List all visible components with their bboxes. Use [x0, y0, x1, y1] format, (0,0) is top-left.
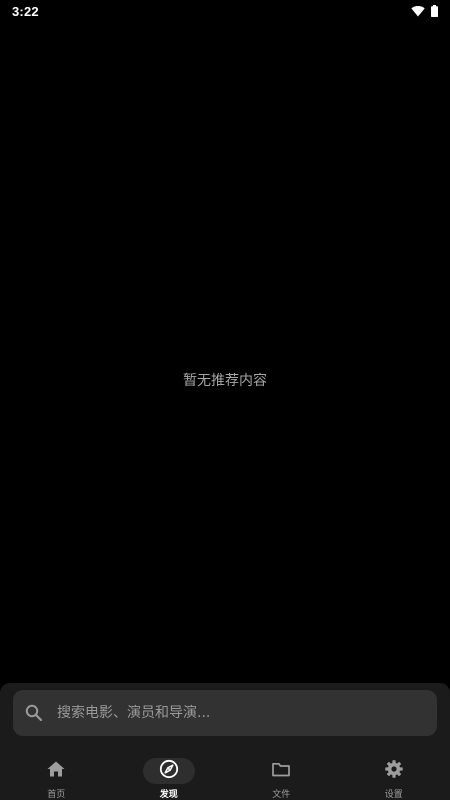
battery-icon: [431, 5, 438, 17]
nav-icon-container-active: [142, 758, 195, 784]
nav-icon-container: [30, 758, 82, 784]
nav-icon-container: [368, 758, 420, 784]
nav-item-files[interactable]: 文件: [225, 751, 338, 800]
search-icon: [24, 703, 44, 723]
empty-state-message: 暂无推荐内容: [183, 373, 267, 389]
search-input[interactable]: [57, 690, 427, 736]
nav-item-discover[interactable]: 发现: [113, 751, 226, 800]
nav-label-settings: 设置: [384, 790, 403, 800]
app-screen: 3:22 暂无推荐内容 搜索电影、演员和导演... 首页 发现 文件 设置: [0, 0, 450, 800]
gear-icon: [385, 760, 403, 782]
bottom-panel: 首页 发现: [0, 683, 450, 800]
status-time: 3:22: [12, 3, 39, 19]
wifi-icon: [411, 5, 425, 17]
nav-item-settings[interactable]: 设置: [338, 751, 450, 800]
status-bar: 3:22: [0, 0, 450, 22]
folder-icon: [272, 762, 291, 781]
status-icons: [411, 5, 438, 17]
search-bar[interactable]: [13, 690, 437, 736]
nav-label-discover: 发现: [159, 790, 178, 800]
nav-label-files: 文件: [272, 790, 291, 800]
home-icon: [47, 761, 65, 781]
nav-icon-container: [255, 758, 307, 784]
nav-label-home: 首页: [47, 790, 66, 800]
compass-icon: [159, 759, 179, 783]
nav-item-home[interactable]: 首页: [0, 751, 113, 800]
bottom-nav: 首页 发现 文件 设置: [0, 751, 450, 800]
